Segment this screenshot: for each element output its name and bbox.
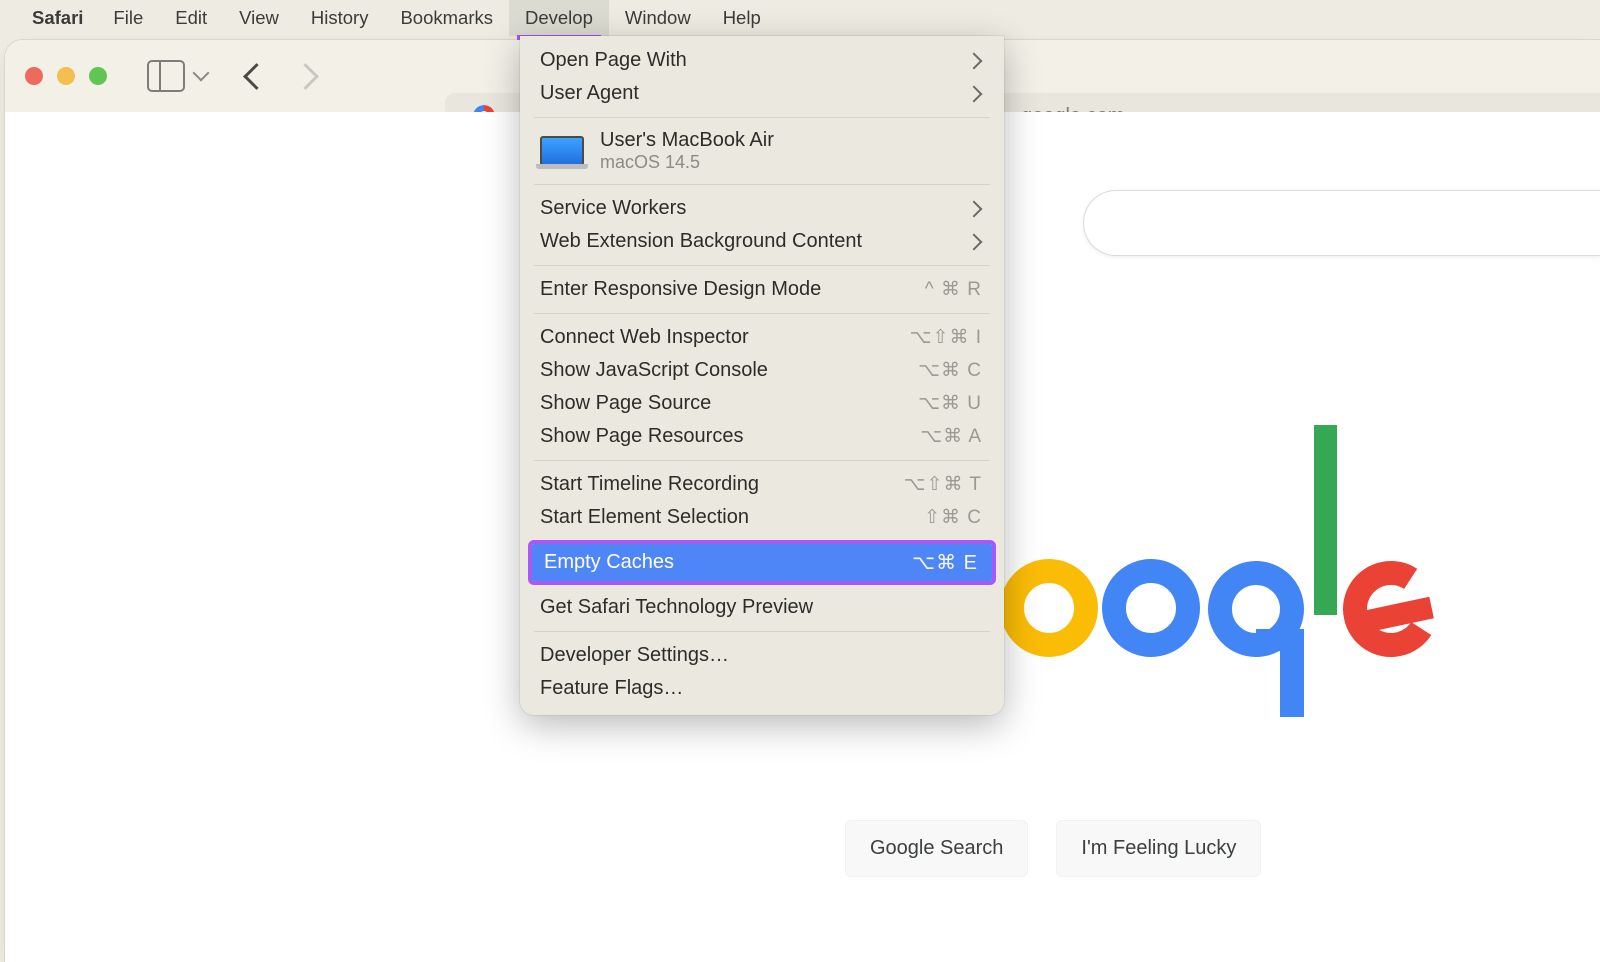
- menu-responsive-design-mode[interactable]: Enter Responsive Design Mode ^ ⌘ R: [520, 273, 1004, 306]
- chevron-right-icon: [966, 233, 983, 250]
- menubar-develop[interactable]: Develop: [509, 0, 609, 36]
- menu-service-workers[interactable]: Service Workers: [520, 192, 1004, 225]
- google-logo: [1000, 467, 1439, 667]
- tab-group-chevron-down-icon[interactable]: [193, 65, 210, 82]
- develop-menu-dropdown: Open Page With User Agent User's MacBook…: [520, 36, 1004, 715]
- google-logo-e: [1334, 552, 1448, 666]
- shortcut-text: ⇧⌘ C: [924, 506, 982, 529]
- menu-user-agent[interactable]: User Agent: [520, 77, 1004, 110]
- menubar-bookmarks[interactable]: Bookmarks: [384, 0, 509, 36]
- menu-open-page-with[interactable]: Open Page With: [520, 44, 1004, 77]
- shortcut-text: ⌥⌘ U: [918, 392, 982, 415]
- menu-separator: [534, 631, 990, 632]
- close-window-button[interactable]: [25, 67, 43, 85]
- macos-menubar: Safari File Edit View History Bookmarks …: [0, 0, 1600, 36]
- menubar-window[interactable]: Window: [609, 0, 707, 36]
- menu-show-page-source[interactable]: Show Page Source ⌥⌘ U: [520, 387, 1004, 420]
- menubar-edit[interactable]: Edit: [159, 0, 223, 36]
- google-logo-l: [1314, 425, 1337, 615]
- menu-empty-caches-highlight: Empty Caches ⌥⌘ E: [528, 540, 996, 585]
- menubar-app-name[interactable]: Safari: [18, 7, 97, 29]
- shortcut-text: ⌥⇧⌘ I: [910, 326, 982, 349]
- forward-button[interactable]: [292, 63, 319, 90]
- menu-separator: [534, 265, 990, 266]
- google-logo-o2: [1102, 559, 1200, 657]
- menu-web-extension-bg[interactable]: Web Extension Background Content: [520, 225, 1004, 258]
- menu-separator: [534, 460, 990, 461]
- chevron-right-icon: [966, 52, 983, 69]
- shortcut-text: ⌥⌘ E: [912, 550, 978, 575]
- menu-separator: [534, 184, 990, 185]
- shortcut-text: ⌥⌘ A: [920, 425, 982, 448]
- device-os: macOS 14.5: [600, 152, 774, 173]
- im-feeling-lucky-button[interactable]: I'm Feeling Lucky: [1056, 820, 1261, 877]
- google-search-button[interactable]: Google Search: [845, 820, 1028, 877]
- menu-show-js-console[interactable]: Show JavaScript Console ⌥⌘ C: [520, 354, 1004, 387]
- menu-start-timeline-recording[interactable]: Start Timeline Recording ⌥⇧⌘ T: [520, 468, 1004, 501]
- shortcut-text: ⌥⇧⌘ T: [904, 473, 982, 496]
- shortcut-text: ^ ⌘ R: [925, 278, 982, 301]
- menu-get-safari-tech-preview[interactable]: Get Safari Technology Preview: [520, 591, 1004, 624]
- menu-separator: [534, 313, 990, 314]
- device-name: User's MacBook Air: [600, 129, 774, 152]
- menu-separator: [534, 117, 990, 118]
- chevron-right-icon: [966, 85, 983, 102]
- back-button[interactable]: [243, 63, 270, 90]
- menu-show-page-resources[interactable]: Show Page Resources ⌥⌘ A: [520, 420, 1004, 453]
- google-search-input[interactable]: [1083, 190, 1600, 256]
- chevron-right-icon: [966, 200, 983, 217]
- menu-developer-settings[interactable]: Developer Settings…: [520, 639, 1004, 672]
- menubar-file[interactable]: File: [97, 0, 159, 36]
- sidebar-toggle-icon[interactable]: [147, 60, 185, 92]
- fullscreen-window-button[interactable]: [89, 67, 107, 85]
- minimize-window-button[interactable]: [57, 67, 75, 85]
- macbook-icon: [540, 136, 584, 166]
- menu-connect-web-inspector[interactable]: Connect Web Inspector ⌥⇧⌘ I: [520, 321, 1004, 354]
- menubar-history[interactable]: History: [295, 0, 385, 36]
- menu-start-element-selection[interactable]: Start Element Selection ⇧⌘ C: [520, 501, 1004, 534]
- google-logo-g: [1208, 561, 1304, 657]
- google-logo-o1: [1000, 559, 1098, 657]
- window-controls: [25, 67, 107, 85]
- menubar-view[interactable]: View: [223, 0, 295, 36]
- shortcut-text: ⌥⌘ C: [918, 359, 982, 382]
- menubar-help[interactable]: Help: [707, 0, 777, 36]
- menu-device-entry[interactable]: User's MacBook Air macOS 14.5: [520, 125, 1004, 177]
- menu-feature-flags[interactable]: Feature Flags…: [520, 672, 1004, 705]
- menu-empty-caches[interactable]: Empty Caches ⌥⌘ E: [532, 544, 992, 581]
